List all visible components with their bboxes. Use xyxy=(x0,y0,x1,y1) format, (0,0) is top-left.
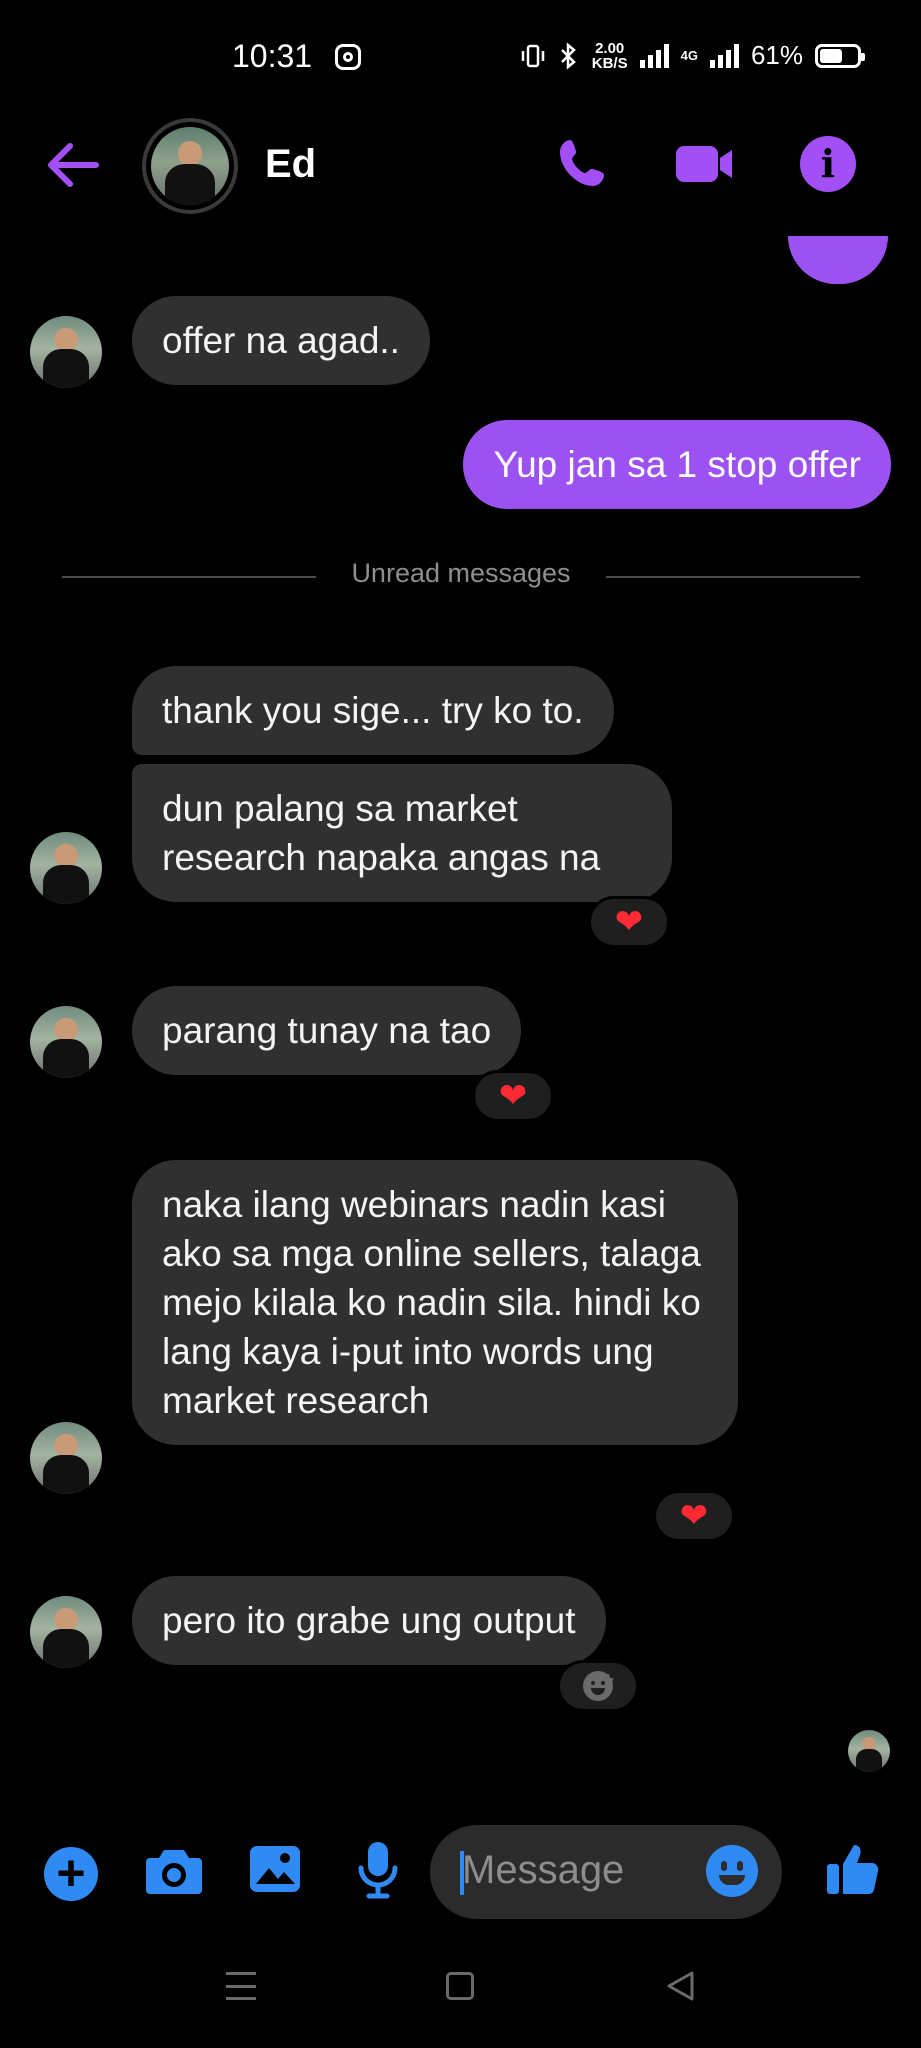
plus-icon[interactable]: + xyxy=(44,1847,98,1901)
network-type: 4G xyxy=(680,48,698,63)
message-bubble[interactable]: offer na agad.. xyxy=(132,296,430,385)
network-speed: 2.00 KB/S xyxy=(592,41,628,71)
sender-avatar[interactable] xyxy=(30,1596,102,1668)
system-navigation-bar xyxy=(0,1940,921,2048)
heart-reaction-icon: ❤ xyxy=(679,1497,709,1535)
status-icons: 2.00 KB/S 4G 61% xyxy=(520,40,865,71)
info-icon[interactable]: i xyxy=(800,136,856,192)
message-list[interactable]: offer na agad.. Yup jan sa 1 stop offer … xyxy=(0,220,921,1820)
battery-icon xyxy=(815,43,865,68)
status-time: 10:31 xyxy=(232,38,313,74)
sender-avatar[interactable] xyxy=(30,1422,102,1494)
seen-avatar xyxy=(848,1730,890,1772)
outgoing-message-bubble[interactable]: Yup jan sa 1 stop offer xyxy=(463,420,891,509)
unread-divider: Unread messages xyxy=(62,556,860,596)
wifi-signal-icon xyxy=(639,43,669,68)
message-placeholder: Message xyxy=(462,1848,625,1892)
message-bubble[interactable]: thank you sige... try ko to. xyxy=(132,666,614,755)
video-camera-icon[interactable] xyxy=(672,136,736,192)
network-speed-unit: KB/S xyxy=(591,54,628,72)
thumbs-up-icon[interactable] xyxy=(824,1840,882,1898)
image-icon[interactable] xyxy=(248,1842,302,1896)
message-bubble[interactable]: dun palang sa market research napaka ang… xyxy=(132,764,672,902)
reaction-badge[interactable]: ❤ xyxy=(588,896,670,948)
emoji-icon[interactable] xyxy=(706,1845,758,1897)
message-input[interactable]: Message xyxy=(430,1825,782,1919)
home-icon[interactable] xyxy=(446,1972,474,2000)
status-bar: 10:31 2.00 KB/S 4G 61% xyxy=(0,0,921,100)
camera-icon[interactable] xyxy=(144,1844,204,1898)
system-back-icon[interactable] xyxy=(664,1970,696,2002)
back-arrow-icon[interactable] xyxy=(44,140,100,190)
sender-avatar[interactable] xyxy=(30,832,102,904)
contact-avatar[interactable] xyxy=(142,118,238,214)
network-speed-value: 2.00 xyxy=(595,39,625,57)
microphone-icon[interactable] xyxy=(356,1840,400,1900)
battery-percent: 61% xyxy=(750,40,803,70)
vibrate-icon xyxy=(521,44,545,67)
message-bubble[interactable]: parang tunay na tao xyxy=(132,986,522,1075)
chat-header: Ed i xyxy=(0,110,921,220)
contact-name[interactable]: Ed xyxy=(265,142,316,187)
instagram-notification-icon xyxy=(335,44,361,70)
bluetooth-icon xyxy=(560,41,576,70)
reaction-badge[interactable]: ❤ xyxy=(653,1490,735,1542)
cell-signal-icon xyxy=(709,43,739,68)
reaction-badge[interactable]: ❤ xyxy=(472,1070,554,1122)
phone-icon[interactable] xyxy=(556,136,610,192)
add-reaction-button[interactable]: + xyxy=(557,1660,639,1712)
message-composer: + Message xyxy=(0,1820,921,1930)
message-bubble[interactable]: pero ito grabe ung output xyxy=(132,1576,606,1665)
sender-avatar[interactable] xyxy=(30,316,102,388)
heart-reaction-icon: ❤ xyxy=(498,1077,528,1115)
previous-outgoing-bubble xyxy=(788,236,888,284)
recent-apps-icon[interactable] xyxy=(226,1972,256,2000)
sender-avatar[interactable] xyxy=(30,1006,102,1078)
heart-reaction-icon: ❤ xyxy=(614,903,644,941)
unread-divider-label: Unread messages xyxy=(351,558,571,588)
message-bubble[interactable]: naka ilang webinars nadin kasi ako sa mg… xyxy=(132,1160,738,1445)
